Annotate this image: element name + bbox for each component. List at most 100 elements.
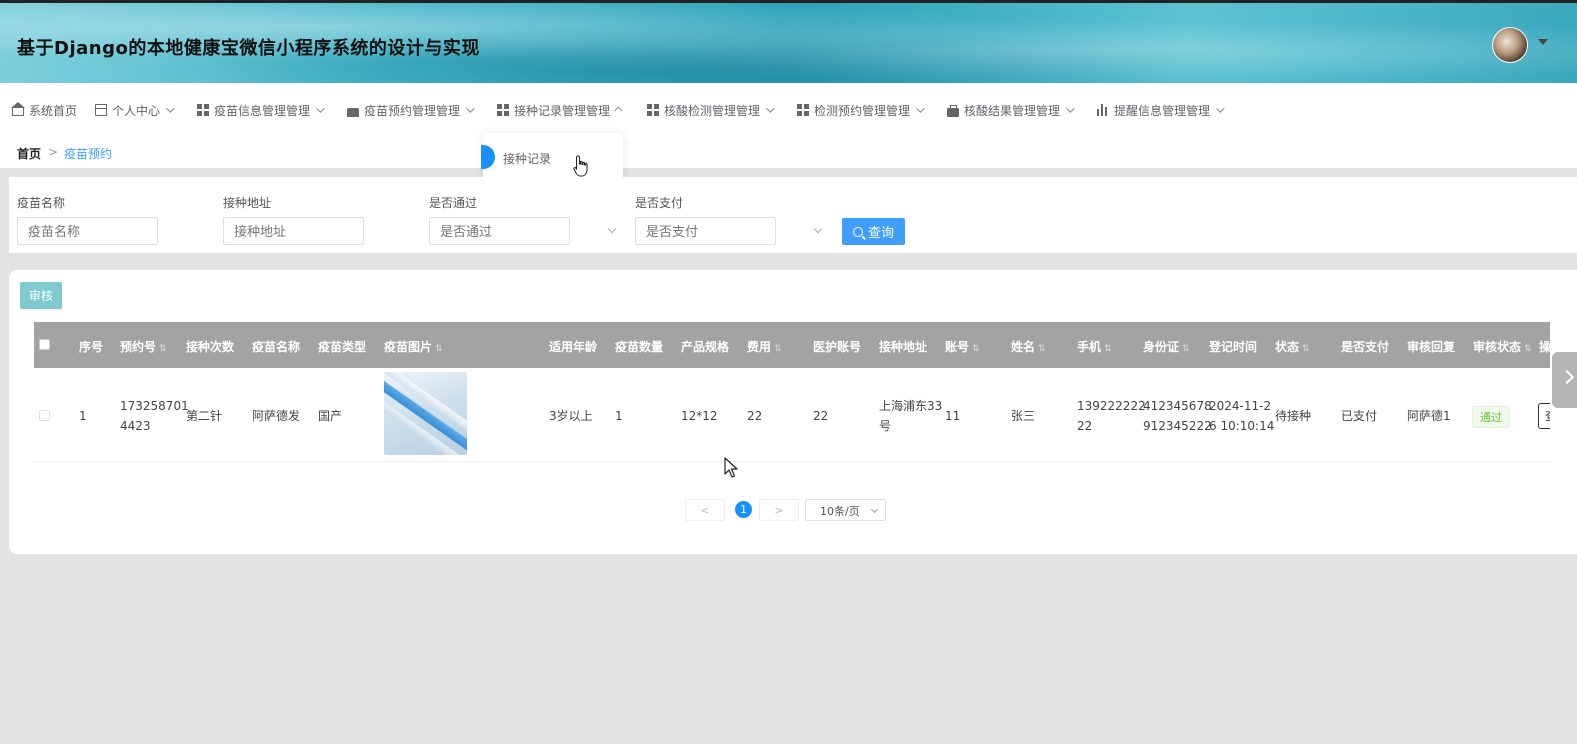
search-button-label: 查询 — [867, 226, 894, 241]
vaccine-name-label: 疫苗名称 — [17, 196, 66, 210]
approved-label: 是否通过 — [429, 196, 478, 210]
approved-select[interactable] — [429, 217, 570, 245]
chevron-down-icon — [813, 224, 823, 234]
table-header: 序号 预约号 ⇅ 接种次数 疫苗名称 疫苗类型 疫苗图片 ⇅ 适用年龄 疫苗数量 产… — [34, 322, 1550, 368]
nav-item-label: 接种记录管理管理 — [514, 103, 611, 118]
nav-item-nucleic-test[interactable]: 核酸检测管理管理 — [647, 102, 775, 118]
column-header[interactable]: 姓名 ⇅ — [1011, 338, 1046, 355]
search-icon — [852, 226, 863, 237]
column-header[interactable]: 审核状态 ⇅ — [1473, 338, 1532, 355]
column-header[interactable]: 状态 ⇅ — [1275, 338, 1310, 355]
row-checkbox[interactable] — [39, 410, 50, 421]
cell-address-line1: 上海浦东33 — [879, 399, 943, 413]
search-button[interactable]: 查询 — [842, 218, 905, 245]
select-all-checkbox[interactable] — [39, 339, 50, 350]
user-avatar[interactable] — [1492, 27, 1528, 63]
cell-quantity: 1 — [615, 409, 623, 423]
page-size-select[interactable]: 10条/页 — [805, 499, 886, 521]
column-header[interactable]: 操 — [1539, 338, 1550, 355]
nav-item-label: 核酸检测管理管理 — [664, 103, 761, 118]
cell-register-time-line2: 6 10:10:14 — [1209, 419, 1275, 433]
chevron-up-icon — [614, 106, 623, 115]
side-drawer-toggle[interactable] — [1552, 352, 1577, 408]
chevron-down-icon — [316, 104, 325, 113]
vaccine-name-input[interactable] — [17, 217, 158, 245]
status-badge: 通过 — [1472, 406, 1510, 428]
chevron-down-icon — [1216, 104, 1225, 113]
page-1-button[interactable]: 1 — [735, 501, 752, 518]
grid-icon — [497, 104, 509, 116]
column-header[interactable]: 登记时间 — [1209, 338, 1257, 355]
nav-item-nucleic-results[interactable]: 核酸结果管理管理 — [947, 102, 1075, 118]
prev-page-button[interactable]: < — [685, 499, 725, 521]
card-icon — [95, 104, 107, 116]
column-header[interactable]: 是否支付 — [1341, 338, 1389, 355]
column-header[interactable]: 序号 — [79, 338, 103, 355]
column-header[interactable]: 接种次数 — [186, 338, 234, 355]
column-header[interactable]: 账号 ⇅ — [945, 338, 980, 355]
nav-item-vaccination-records[interactable]: 接种记录管理管理 — [497, 102, 623, 118]
breadcrumb-separator: > — [48, 145, 59, 159]
cell-phone-line1: 139222222 — [1077, 399, 1146, 413]
paid-label: 是否支付 — [635, 196, 684, 210]
caret-down-icon[interactable] — [1538, 39, 1548, 45]
column-header[interactable]: 疫苗图片 ⇅ — [384, 338, 443, 355]
cell-booking-no: 173258701 4423 — [120, 396, 189, 436]
dropdown-item-vaccination-records[interactable]: 接种记录 — [503, 150, 551, 167]
column-header[interactable]: 预约号 ⇅ — [120, 338, 167, 355]
nav-item-reminders[interactable]: 提醒信息管理管理 — [1097, 102, 1225, 118]
column-header[interactable]: 手机 ⇅ — [1077, 338, 1112, 355]
column-header[interactable]: 疫苗类型 — [318, 338, 366, 355]
view-button[interactable]: 查 — [1538, 403, 1550, 429]
thumb-icon — [347, 107, 359, 117]
chevron-down-icon — [766, 104, 775, 113]
cell-name: 张三 — [1011, 409, 1036, 423]
table-panel: 审核 序号 预约号 ⇅ 接种次数 疫苗名称 疫苗类型 疫苗图片 ⇅ 适用年龄 疫苗数… — [9, 270, 1577, 554]
breadcrumb-current: 疫苗预约 — [64, 147, 113, 161]
column-header[interactable]: 费用 ⇅ — [747, 338, 782, 355]
nav-item-personal-center[interactable]: 个人中心 — [95, 102, 175, 118]
cell-fee: 22 — [747, 409, 763, 423]
next-page-button[interactable]: > — [759, 499, 799, 521]
chevron-right-icon — [1559, 369, 1575, 385]
nav-item-vaccine-info[interactable]: 疫苗信息管理管理 — [197, 102, 325, 118]
app-header: 基于Django的本地健康宝微信小程序系统的设计与实现 — [0, 3, 1577, 83]
column-header[interactable]: 身份证 ⇅ — [1143, 338, 1190, 355]
breadcrumb: 首页 > 疫苗预约 — [0, 135, 1577, 168]
column-header[interactable]: 接种地址 — [879, 338, 927, 355]
column-header[interactable]: 审核回复 — [1407, 338, 1455, 355]
audit-button[interactable]: 审核 — [20, 282, 62, 309]
nav-item-test-booking[interactable]: 检测预约管理管理 — [797, 102, 925, 118]
column-header[interactable]: 产品规格 — [681, 338, 729, 355]
grid-icon — [797, 104, 809, 116]
nav-item-home[interactable]: 系统首页 — [11, 102, 77, 118]
vaccine-image[interactable] — [384, 372, 467, 455]
breadcrumb-home[interactable]: 首页 — [17, 145, 41, 162]
cell-address-line2: 号 — [879, 419, 892, 433]
address-input[interactable] — [223, 217, 364, 245]
nav-item-label: 疫苗预约管理管理 — [364, 103, 461, 118]
column-header[interactable]: 医护账号 — [813, 338, 861, 355]
paid-select[interactable] — [635, 217, 776, 245]
table-row[interactable]: 1 173258701 4423 第二针 阿萨德发 国产 3岁以上 1 12*1… — [34, 368, 1550, 462]
cell-address: 上海浦东33 号 — [879, 396, 942, 436]
nav-item-vaccine-booking[interactable]: 疫苗预约管理管理 — [347, 102, 475, 118]
column-header[interactable]: 疫苗名称 — [252, 338, 300, 355]
nav-item-label: 检测预约管理管理 — [814, 103, 911, 118]
grid-icon — [197, 104, 209, 116]
cell-id-card-line1: 412345678 — [1143, 399, 1212, 413]
home-icon — [11, 102, 25, 116]
nav-item-label: 个人中心 — [112, 103, 161, 118]
chevron-down-icon — [607, 224, 617, 234]
bag-icon — [947, 104, 959, 117]
cell-reply: 阿萨德1 — [1407, 409, 1451, 423]
cell-staff-account: 22 — [813, 409, 829, 423]
column-header[interactable]: 疫苗数量 — [615, 338, 663, 355]
cell-id-card-line2: 912345222 — [1143, 419, 1212, 433]
nav-item-label: 核酸结果管理管理 — [964, 103, 1061, 118]
nav-item-label: 疫苗信息管理管理 — [214, 103, 311, 118]
bar-chart-icon — [1097, 104, 1109, 116]
chevron-down-icon — [466, 104, 475, 113]
cell-booking-no-line2: 4423 — [120, 419, 151, 433]
column-header[interactable]: 适用年龄 — [549, 338, 597, 355]
